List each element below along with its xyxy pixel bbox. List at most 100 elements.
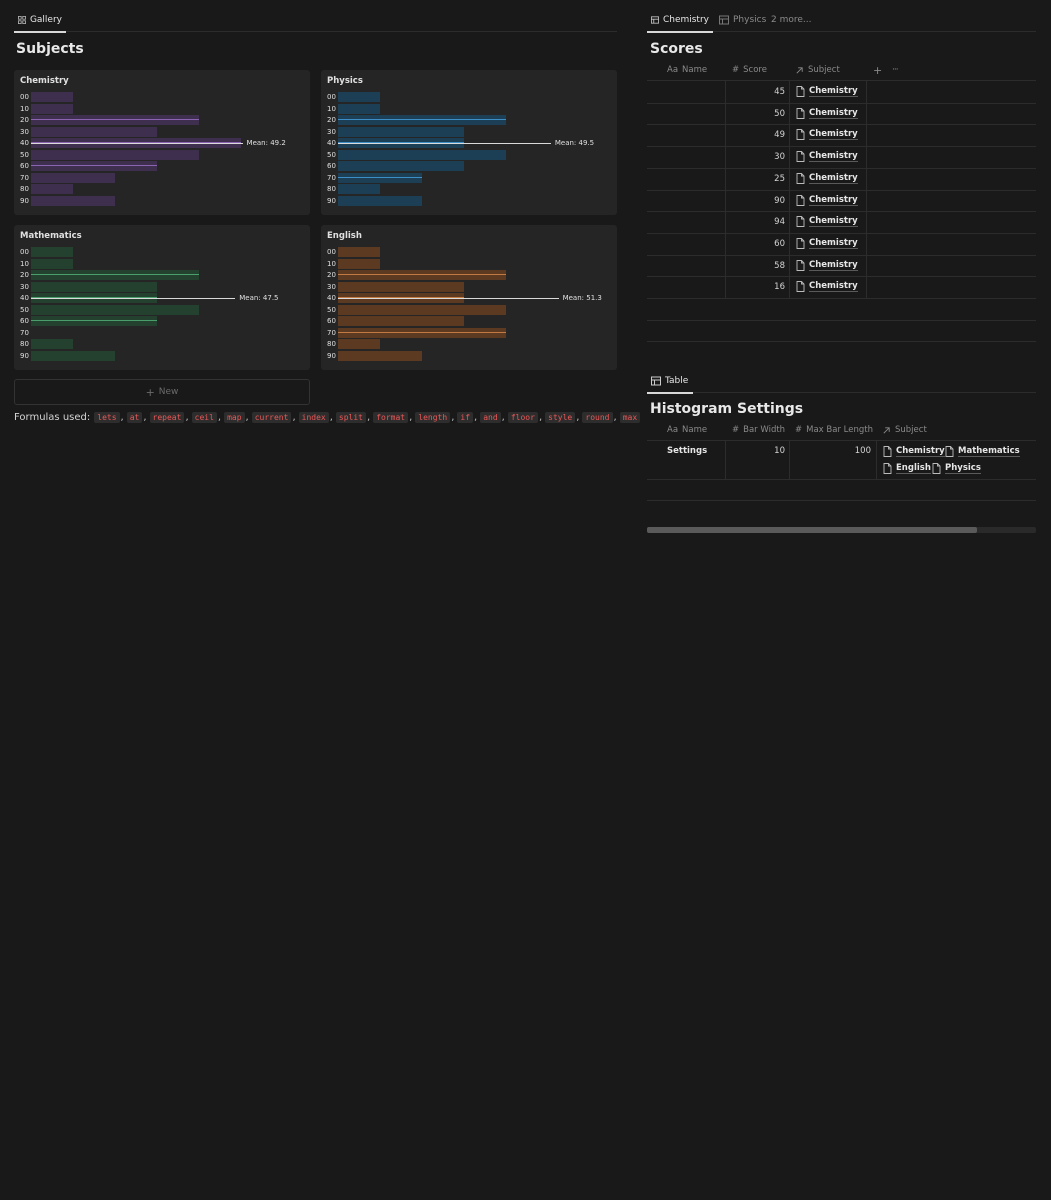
formula-code: index	[298, 412, 329, 423]
score-cell[interactable]: 90	[747, 196, 785, 206]
histogram-bin-label: 20	[327, 271, 336, 279]
histogram-bar	[31, 184, 73, 194]
histogram-bin-label: 80	[20, 340, 29, 348]
column-header-label: Score	[743, 65, 767, 75]
more-options-button[interactable]: ···	[892, 59, 899, 81]
subject-relation-cell[interactable]: Chemistry	[796, 129, 858, 141]
new-card-button[interactable]: + New	[14, 379, 310, 405]
subject-relation-physics[interactable]: Physics	[932, 463, 981, 474]
column-divider	[866, 81, 867, 298]
histogram-bin-label: 90	[20, 196, 29, 205]
tab-chemistry[interactable]: Chemistry	[647, 8, 713, 33]
score-cell[interactable]: 49	[747, 130, 785, 140]
row-divider	[647, 479, 1036, 480]
row-divider	[647, 298, 1036, 299]
text-property-icon: Aa	[667, 425, 679, 435]
formula-separator: ,	[613, 412, 617, 423]
histogram-row: 40 Mean: 51.3	[327, 293, 607, 303]
histogram-row: 30	[20, 126, 300, 137]
relation-label: Mathematics	[958, 446, 1020, 457]
tab-table[interactable]: Table	[647, 369, 693, 394]
histogram-bar-highlight	[338, 331, 506, 333]
column-header-max-bar-length[interactable]: # Max Bar Length	[795, 419, 873, 441]
subject-relation-cell[interactable]: Chemistry	[796, 151, 858, 163]
histogram-bar	[338, 149, 506, 160]
relation-label: Chemistry	[809, 86, 858, 97]
tab-gallery[interactable]: Gallery	[14, 8, 66, 33]
score-cell[interactable]: 30	[747, 152, 785, 162]
histogram-bin-label: 10	[327, 104, 336, 113]
formula-code: max	[619, 412, 641, 423]
histogram-bar	[31, 149, 199, 160]
subject-card-physics[interactable]: Physics 00 10 20 30 40 Mean: 49.5 50 60 70 80 90	[321, 70, 617, 215]
column-header-subject[interactable]: Subject	[795, 59, 840, 81]
histogram-bar	[338, 103, 380, 114]
score-cell[interactable]: 58	[747, 261, 785, 271]
formula-code: format	[373, 412, 409, 423]
score-cell[interactable]: 25	[747, 174, 785, 184]
histogram-row: 50	[327, 149, 607, 160]
histogram-row: 90	[327, 195, 607, 206]
horizontal-scrollbar-thumb[interactable]	[647, 527, 977, 533]
bar-width-cell[interactable]: 10	[747, 446, 785, 456]
tab-physics[interactable]: Physics	[715, 8, 770, 32]
histogram-bin-label: 30	[327, 127, 336, 136]
subject-relation-cell[interactable]: Chemistry	[796, 260, 858, 271]
column-header-name[interactable]: Aa Name	[667, 59, 707, 81]
subject-relation-mathematics[interactable]: Mathematics	[945, 446, 1020, 457]
subject-relation-cell[interactable]: Chemistry	[796, 86, 858, 97]
histogram-bar	[31, 350, 115, 361]
card-title: English	[327, 231, 362, 241]
column-divider	[725, 440, 726, 480]
histogram-row: 00	[327, 247, 607, 257]
column-header-score[interactable]: # Score	[732, 59, 767, 81]
mean-line	[338, 298, 559, 299]
histogram-bar	[31, 247, 73, 257]
tab-more[interactable]: 2 more...	[767, 8, 815, 32]
subject-card-english[interactable]: English 00 10 20 30 40 Mean: 51.3 50 60 70 80 90	[321, 225, 617, 370]
histogram-bar	[338, 327, 506, 338]
max-bar-length-cell[interactable]: 100	[817, 446, 871, 456]
subject-relation-cell[interactable]: Chemistry	[796, 216, 858, 228]
score-cell[interactable]: 50	[747, 109, 785, 119]
subject-relation-cell[interactable]: Chemistry	[796, 281, 858, 293]
histogram-bar-highlight	[338, 119, 506, 120]
histogram-bar	[31, 126, 157, 137]
histogram-bar	[31, 92, 73, 102]
score-cell[interactable]: 45	[747, 87, 785, 97]
score-cell[interactable]: 60	[747, 239, 785, 249]
card-title: Chemistry	[20, 76, 69, 86]
column-header-name[interactable]: Aa Name	[667, 419, 707, 441]
row-divider	[647, 319, 1036, 321]
histogram-bin-label: 30	[20, 127, 29, 136]
subject-relation-cell[interactable]: Chemistry	[796, 238, 858, 249]
histogram-bin-label: 00	[20, 93, 29, 101]
row-divider	[647, 341, 1036, 342]
column-divider	[789, 81, 790, 298]
add-column-button[interactable]: +	[873, 59, 882, 81]
score-cell[interactable]: 94	[747, 217, 785, 227]
histogram-bar	[338, 115, 506, 125]
histogram-row: 90	[20, 350, 300, 361]
subject-card-mathematics[interactable]: Mathematics 00 10 20 30 40 Mean: 47.5 50 60 70 80…	[14, 225, 310, 370]
histogram: 00 10 20 30 40 Mean: 51.3 50 60 70 80 90	[327, 247, 607, 361]
subject-card-chemistry[interactable]: Chemistry 00 10 20 30 40 Mean: 49.2 50 60 70 80 90	[14, 70, 310, 215]
histogram-bin-label: 20	[20, 116, 29, 124]
score-cell[interactable]: 16	[747, 282, 785, 292]
histogram-bar-highlight	[338, 274, 506, 275]
column-header-subject[interactable]: Subject	[882, 419, 927, 441]
histogram-row: 60	[327, 161, 607, 171]
histogram-bar	[31, 103, 73, 114]
row-divider	[647, 102, 1036, 104]
subject-relation-chemistry[interactable]: Chemistry	[883, 446, 945, 457]
subject-relation-cell[interactable]: Chemistry	[796, 173, 858, 184]
histogram-bin-label: 60	[327, 317, 336, 325]
subject-relation-english[interactable]: English	[883, 463, 931, 474]
histogram-bar	[338, 350, 422, 361]
column-divider	[725, 81, 726, 298]
subject-relation-cell[interactable]: Chemistry	[796, 195, 858, 206]
settings-name-cell[interactable]: Settings	[667, 446, 707, 456]
subject-relation-cell[interactable]: Chemistry	[796, 108, 858, 119]
column-header-label: Name	[682, 425, 708, 435]
column-header-bar-width[interactable]: # Bar Width	[732, 419, 785, 441]
